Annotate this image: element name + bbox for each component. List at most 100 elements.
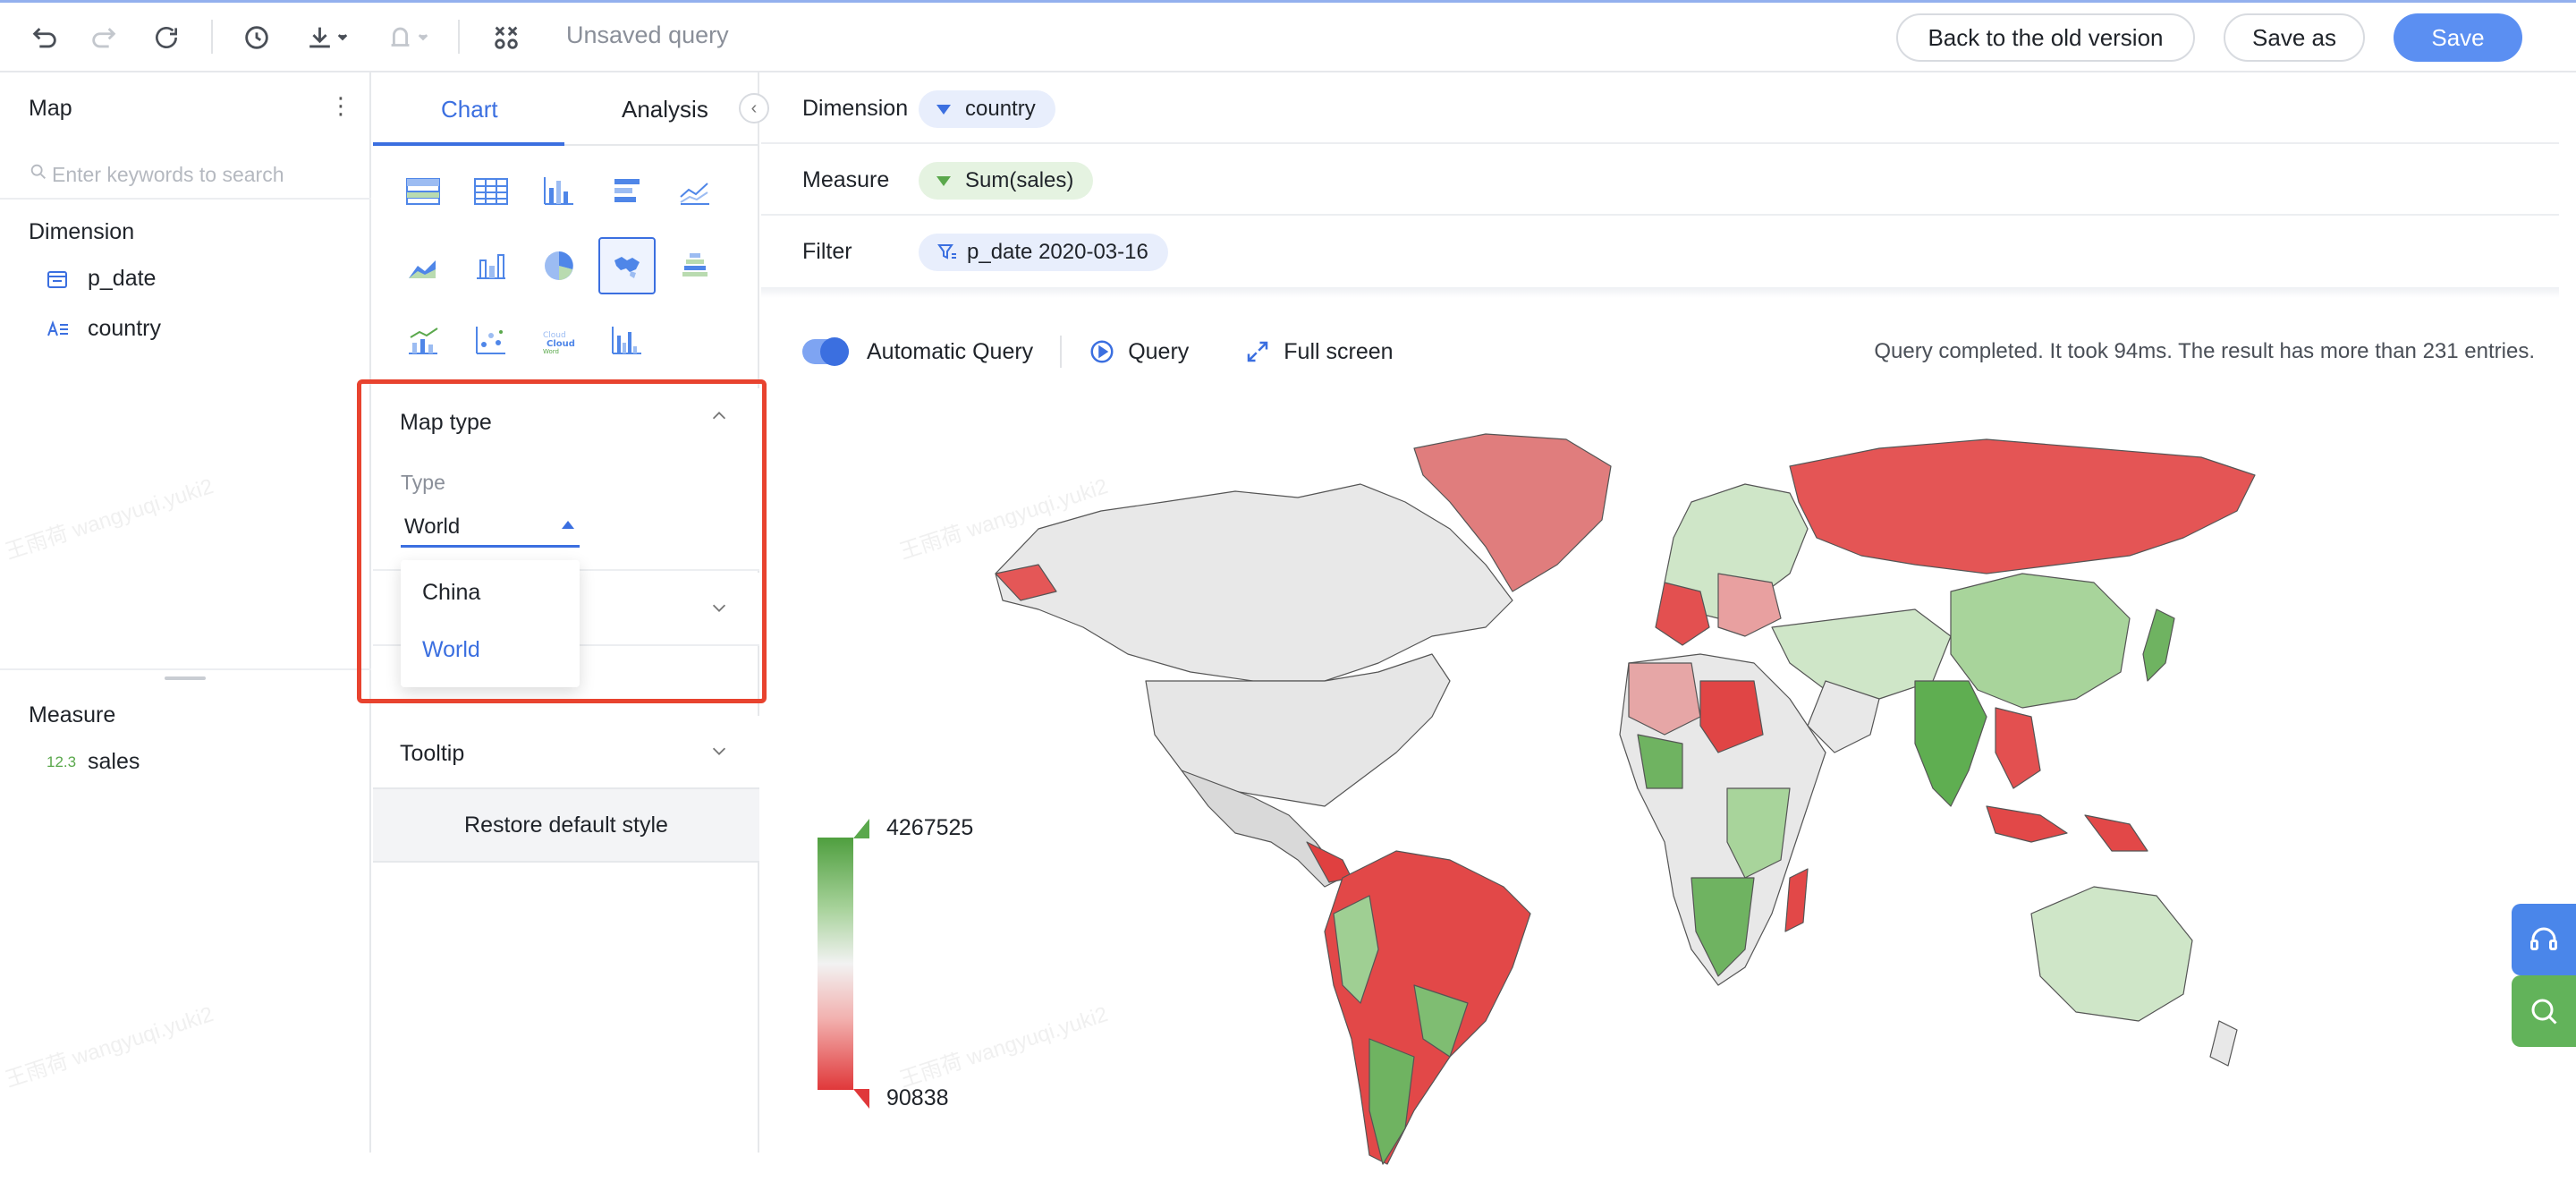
- selected-value: World: [404, 514, 461, 539]
- top-toolbar: Unsaved query Back to the old version Sa…: [0, 0, 2576, 72]
- field-sales[interactable]: 12.3 sales: [47, 749, 140, 775]
- column-chart-icon[interactable]: [462, 237, 520, 294]
- expand-icon: [1244, 338, 1271, 365]
- type-label: Type: [401, 471, 445, 494]
- undo-icon[interactable]: [25, 18, 64, 57]
- collapse-panel-button[interactable]: ‹: [739, 93, 769, 123]
- pie-chart-icon[interactable]: [530, 237, 588, 294]
- more-icon[interactable]: ⋮: [329, 92, 352, 120]
- legend-max-marker[interactable]: [853, 819, 869, 838]
- caret-down-icon: [936, 104, 951, 115]
- field-country[interactable]: country: [47, 316, 161, 342]
- resize-handle[interactable]: [165, 676, 206, 680]
- map-region: [1986, 805, 2068, 843]
- field-search-input[interactable]: Enter keywords to search: [29, 157, 351, 192]
- map-chart-icon[interactable]: [598, 237, 656, 294]
- table-icon[interactable]: [462, 163, 520, 220]
- query-button[interactable]: Query: [1089, 338, 1189, 365]
- svg-text:Word: Word: [543, 348, 559, 355]
- search-help-button[interactable]: [2512, 975, 2576, 1047]
- world-map[interactable]: [985, 413, 2309, 1191]
- field-label: p_date: [88, 266, 157, 291]
- restore-default-style-button[interactable]: Restore default style: [373, 787, 759, 863]
- refresh-icon[interactable]: [147, 18, 186, 57]
- field-label: sales: [88, 749, 140, 774]
- filter-pill[interactable]: p_date 2020-03-16: [919, 234, 1168, 271]
- number-icon: 12.3: [47, 753, 77, 770]
- dimension-shelf: Dimension country: [761, 72, 2559, 144]
- pill-label: country: [965, 97, 1036, 121]
- tab-chart[interactable]: Chart: [441, 96, 498, 123]
- map-region: [1950, 573, 2131, 709]
- shelf-shadow: [761, 287, 2559, 298]
- active-tab-indicator: [373, 142, 564, 146]
- map-region: [1995, 707, 2041, 789]
- field-panel: Map ⋮ Enter keywords to search Dimension…: [0, 72, 371, 1153]
- legend-min-marker[interactable]: [853, 1089, 869, 1109]
- filter-icon: [936, 242, 958, 263]
- map-type-select[interactable]: World: [401, 508, 580, 548]
- measure-pill[interactable]: Sum(sales): [919, 162, 1094, 200]
- map-region: [995, 483, 1513, 682]
- shortcut-icon[interactable]: [487, 18, 526, 57]
- headset-icon: [2528, 923, 2560, 956]
- shelf-label: Filter: [802, 239, 852, 264]
- histogram-icon[interactable]: [598, 312, 656, 370]
- play-icon: [1089, 338, 1115, 365]
- shelf-label: Dimension: [802, 96, 909, 121]
- config-tabs: Chart Analysis: [373, 72, 759, 146]
- cross-table-icon[interactable]: [394, 163, 452, 220]
- dimension-header: Dimension: [29, 219, 135, 244]
- caret-up-icon: [562, 521, 574, 529]
- measure-shelf: Measure Sum(sales): [761, 144, 2559, 216]
- area-chart-icon[interactable]: [394, 237, 452, 294]
- filter-shelf: Filter p_date 2020-03-16: [761, 216, 2559, 287]
- tooltip-section[interactable]: Tooltip: [373, 716, 759, 789]
- redo-icon[interactable]: [84, 18, 123, 57]
- support-button[interactable]: [2512, 904, 2576, 975]
- auto-query-toggle[interactable]: [802, 337, 849, 366]
- back-to-old-version-button[interactable]: Back to the old version: [1896, 13, 2195, 62]
- dimension-pill[interactable]: country: [919, 90, 1055, 128]
- text-field-icon: [47, 319, 75, 339]
- search-icon: [2528, 995, 2560, 1027]
- save-button[interactable]: Save: [2394, 13, 2522, 62]
- search-icon: [29, 162, 48, 187]
- tab-analysis[interactable]: Analysis: [622, 96, 708, 123]
- chevron-left-icon: ‹: [750, 98, 758, 118]
- combo-chart-icon[interactable]: [394, 312, 452, 370]
- query-title: Unsaved query: [566, 21, 729, 48]
- toolbar-separator: [458, 20, 460, 54]
- save-as-button[interactable]: Save as: [2224, 13, 2365, 62]
- auto-query-label: Automatic Query: [867, 338, 1034, 364]
- query-label: Query: [1128, 338, 1190, 364]
- top-accent-line: [0, 0, 2576, 3]
- map-region: [1914, 680, 1987, 807]
- separator: [1060, 336, 1063, 368]
- stacked-bar-icon[interactable]: [598, 163, 656, 220]
- scatter-chart-icon[interactable]: [462, 312, 520, 370]
- chevron-down-icon[interactable]: [709, 741, 729, 766]
- download-icon[interactable]: [299, 18, 356, 57]
- calendar-icon: [47, 269, 75, 289]
- word-cloud-icon[interactable]: Cloud Cloud Word: [530, 312, 588, 370]
- line-chart-icon[interactable]: [666, 163, 724, 220]
- history-icon[interactable]: [237, 18, 276, 57]
- map-region: [1784, 868, 1809, 932]
- pill-label: Sum(sales): [965, 168, 1074, 192]
- fullscreen-button[interactable]: Full screen: [1244, 338, 1394, 365]
- chart-area: Dimension country Measure Sum(sales) Fil…: [761, 72, 2576, 1165]
- alert-icon[interactable]: [379, 18, 436, 57]
- bar-chart-icon[interactable]: [530, 163, 588, 220]
- funnel-chart-icon[interactable]: [666, 237, 724, 294]
- map-type-dropdown: China World: [401, 560, 580, 687]
- map-region: [1789, 438, 2256, 574]
- field-p-date[interactable]: p_date: [47, 266, 156, 292]
- chevron-up-icon[interactable]: [709, 406, 729, 431]
- legend-min-value: 90838: [886, 1085, 949, 1110]
- option-world[interactable]: World: [422, 637, 480, 663]
- search-placeholder: Enter keywords to search: [52, 162, 284, 186]
- option-china[interactable]: China: [422, 580, 480, 606]
- map-type-header[interactable]: Map type: [400, 410, 492, 436]
- chevron-down-icon[interactable]: [709, 598, 729, 623]
